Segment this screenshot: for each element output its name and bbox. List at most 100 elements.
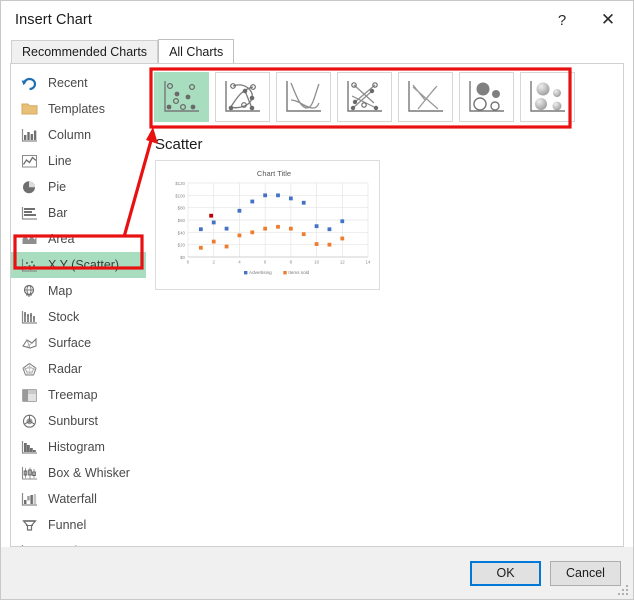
chart-category-list: Recent Templates Column Line Pie Bar Are… — [11, 64, 146, 546]
templates-icon — [19, 100, 39, 118]
waterfall-icon — [19, 490, 39, 508]
sidebar-item-area[interactable]: Area — [11, 226, 146, 252]
svg-text:Items sold: Items sold — [288, 270, 309, 275]
ok-button[interactable]: OK — [470, 560, 541, 586]
subtype-scatter-straight-lines-markers[interactable] — [337, 72, 392, 122]
sidebar-item-column[interactable]: Column — [11, 122, 146, 148]
sidebar-item-label: Bar — [48, 206, 68, 220]
column-icon — [19, 126, 39, 144]
funnel-icon — [19, 516, 39, 534]
svg-text:Chart Title: Chart Title — [257, 169, 291, 178]
chart-preview: Chart Title $0 $20 $40 $60 $80 $100 $120 0 2 4 6 8… — [155, 160, 380, 290]
sidebar-item-label: Line — [48, 154, 72, 168]
histogram-icon — [19, 438, 39, 456]
subtype-bubble-3d[interactable] — [520, 72, 575, 122]
resize-grip[interactable] — [618, 585, 630, 597]
close-icon[interactable]: ✕ — [583, 1, 633, 39]
sidebar-item-label: Funnel — [48, 518, 87, 532]
sidebar-item-label: Histogram — [48, 440, 105, 454]
svg-text:12: 12 — [340, 260, 345, 265]
sidebar-item-treemap[interactable]: Treemap — [11, 382, 146, 408]
sidebar-item-label: Map — [48, 284, 73, 298]
svg-text:2: 2 — [212, 260, 215, 265]
sunburst-icon — [19, 412, 39, 430]
subtype-scatter-smooth-lines-markers[interactable] — [215, 72, 270, 122]
sidebar-item-label: Sunburst — [48, 414, 99, 428]
subtype-scatter-markers[interactable] — [154, 72, 209, 122]
svg-text:0: 0 — [187, 260, 190, 265]
sidebar-item-templates[interactable]: Templates — [11, 96, 146, 122]
recent-icon — [19, 74, 39, 92]
svg-text:Advertising: Advertising — [249, 270, 272, 275]
sidebar-item-combo[interactable]: Combo — [11, 538, 146, 546]
sidebar-item-waterfall[interactable]: Waterfall — [11, 486, 146, 512]
svg-text:$120: $120 — [175, 181, 185, 186]
insert-chart-dialog: Insert Chart ? ✕ Recommended Charts All … — [0, 0, 634, 600]
svg-text:$100: $100 — [175, 193, 185, 198]
dialog-footer: OK Cancel — [1, 547, 633, 599]
selected-subtype-name: Scatter — [155, 136, 203, 153]
sidebar-item-histogram[interactable]: Histogram — [11, 434, 146, 460]
chart-subtype-strip — [154, 72, 575, 122]
svg-text:$80: $80 — [178, 206, 186, 211]
line-icon — [19, 152, 39, 170]
radar-icon — [19, 360, 39, 378]
sidebar-item-surface[interactable]: Surface — [11, 330, 146, 356]
help-icon[interactable]: ? — [541, 1, 583, 39]
sidebar-item-bar[interactable]: Bar — [11, 200, 146, 226]
chart-preview-svg: Chart Title $0 $20 $40 $60 $80 $100 $120 0 2 4 6 8… — [175, 169, 371, 275]
svg-text:$20: $20 — [178, 243, 186, 248]
svg-text:8: 8 — [290, 260, 293, 265]
sidebar-item-map[interactable]: Map — [11, 278, 146, 304]
tab-all-charts[interactable]: All Charts — [158, 39, 235, 63]
subtype-scatter-straight-lines[interactable] — [398, 72, 453, 122]
dialog-title: Insert Chart — [15, 12, 92, 28]
map-icon — [19, 282, 39, 300]
surface-icon — [19, 334, 39, 352]
sidebar-item-label: X Y (Scatter) — [48, 258, 120, 272]
sidebar-item-label: Stock — [48, 310, 80, 324]
svg-text:6: 6 — [264, 260, 267, 265]
chart-subtype-content: Scatter Chart Title $0 $20 $40 $60 $80 $100 $1… — [146, 64, 623, 546]
sidebar-item-label: Waterfall — [48, 492, 97, 506]
svg-text:4: 4 — [238, 260, 241, 265]
chart-types-panel: Recent Templates Column Line Pie Bar Are… — [10, 63, 624, 547]
sidebar-item-label: Radar — [48, 362, 83, 376]
scatter-icon — [19, 256, 39, 274]
sidebar-item-box-whisker[interactable]: Box & Whisker — [11, 460, 146, 486]
area-icon — [19, 230, 39, 248]
sidebar-item-label: Templates — [48, 102, 105, 116]
subtype-scatter-smooth-lines[interactable] — [276, 72, 331, 122]
sidebar-item-radar[interactable]: Radar — [11, 356, 146, 382]
sidebar-item-sunburst[interactable]: Sunburst — [11, 408, 146, 434]
tab-strip: Recommended Charts All Charts — [1, 39, 633, 63]
sidebar-item-label: Recent — [48, 76, 88, 90]
box-whisker-icon — [19, 464, 39, 482]
sidebar-item-recent[interactable]: Recent — [11, 70, 146, 96]
sidebar-item-label: Treemap — [48, 388, 98, 402]
sidebar-item-line[interactable]: Line — [11, 148, 146, 174]
tab-recommended-charts[interactable]: Recommended Charts — [11, 40, 159, 63]
subtype-bubble[interactable] — [459, 72, 514, 122]
sidebar-item-label: Box & Whisker — [48, 466, 130, 480]
svg-text:$0: $0 — [180, 255, 185, 260]
sidebar-item-xy-scatter[interactable]: X Y (Scatter) — [11, 252, 146, 278]
sidebar-item-funnel[interactable]: Funnel — [11, 512, 146, 538]
title-bar: Insert Chart ? ✕ — [1, 1, 633, 39]
sidebar-item-label: Area — [48, 232, 75, 246]
sidebar-item-label: Pie — [48, 180, 67, 194]
sidebar-item-label: Column — [48, 128, 92, 142]
window-controls: ? ✕ — [541, 1, 633, 39]
sidebar-item-pie[interactable]: Pie — [11, 174, 146, 200]
treemap-icon — [19, 386, 39, 404]
stock-icon — [19, 308, 39, 326]
svg-text:14: 14 — [366, 260, 371, 265]
cancel-button[interactable]: Cancel — [550, 560, 621, 586]
sidebar-item-stock[interactable]: Stock — [11, 304, 146, 330]
svg-text:$40: $40 — [178, 230, 186, 235]
pie-icon — [19, 178, 39, 196]
svg-text:10: 10 — [314, 260, 319, 265]
bar-icon — [19, 204, 39, 222]
sidebar-item-label: Surface — [48, 336, 92, 350]
svg-text:$60: $60 — [178, 218, 186, 223]
